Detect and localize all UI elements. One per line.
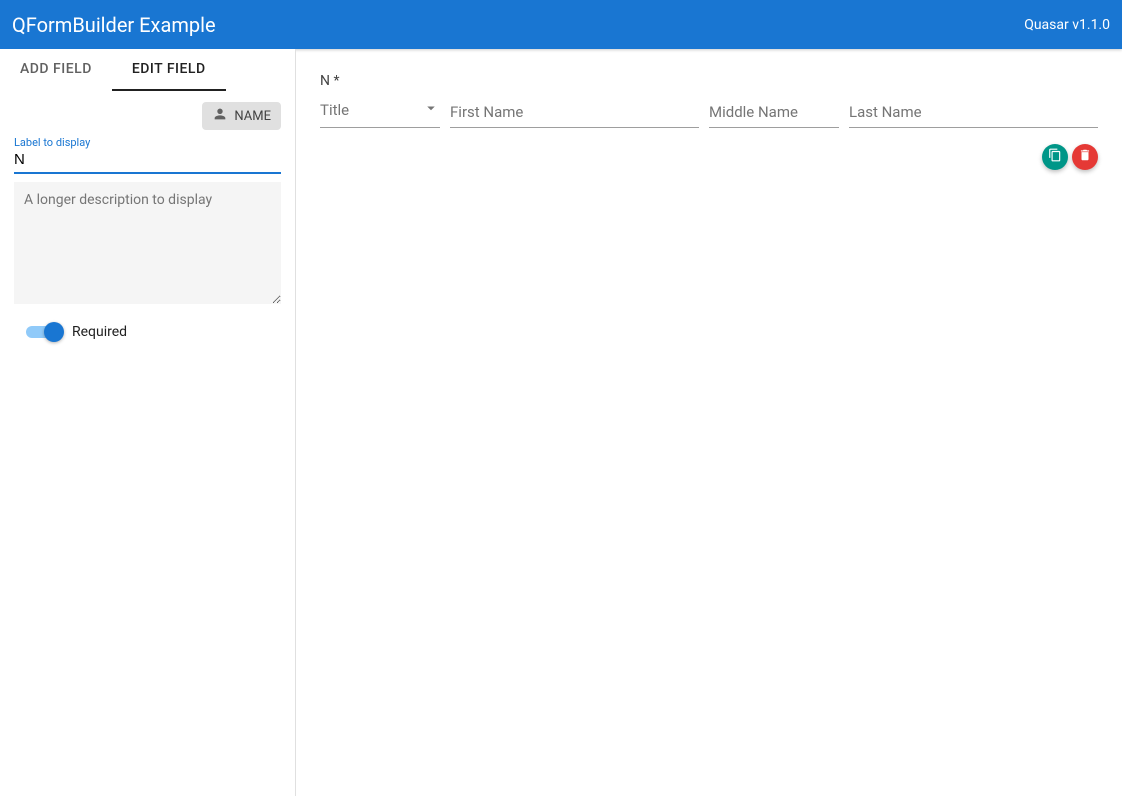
tabs: ADD FIELD EDIT FIELD <box>0 49 295 92</box>
chip-label: NAME <box>234 109 271 124</box>
dropdown-arrow-icon <box>422 99 440 121</box>
person-icon <box>212 106 228 126</box>
copy-icon <box>1048 148 1062 166</box>
sidebar: ADD FIELD EDIT FIELD NAME Label to displ… <box>0 49 296 796</box>
first-name-placeholder: First Name <box>450 103 523 121</box>
required-label: Required <box>72 324 127 340</box>
last-name-input[interactable]: Last Name <box>849 103 1098 128</box>
label-field-caption: Label to display <box>14 136 281 149</box>
description-textarea[interactable] <box>14 182 281 304</box>
field-type-chip[interactable]: NAME <box>202 102 281 130</box>
middle-name-input[interactable]: Middle Name <box>709 103 839 128</box>
middle-name-placeholder: Middle Name <box>709 103 798 121</box>
title-select[interactable]: Title <box>320 99 440 128</box>
label-input[interactable] <box>14 149 281 174</box>
app-title: QFormBuilder Example <box>12 13 216 37</box>
preview-field-label: N * <box>320 73 1098 89</box>
form-preview: N * Title First Name Middle Name Last Na… <box>296 49 1122 796</box>
last-name-placeholder: Last Name <box>849 103 922 121</box>
required-toggle[interactable] <box>26 322 60 342</box>
tab-add-field[interactable]: ADD FIELD <box>0 49 112 91</box>
first-name-input[interactable]: First Name <box>450 103 699 128</box>
delete-button[interactable] <box>1072 144 1098 170</box>
tab-edit-field[interactable]: EDIT FIELD <box>112 49 226 91</box>
toggle-thumb <box>44 322 64 342</box>
app-header: QFormBuilder Example Quasar v1.1.0 <box>0 0 1122 49</box>
app-version: Quasar v1.1.0 <box>1024 17 1110 33</box>
title-placeholder: Title <box>320 101 349 119</box>
trash-icon <box>1078 148 1092 166</box>
duplicate-button[interactable] <box>1042 144 1068 170</box>
